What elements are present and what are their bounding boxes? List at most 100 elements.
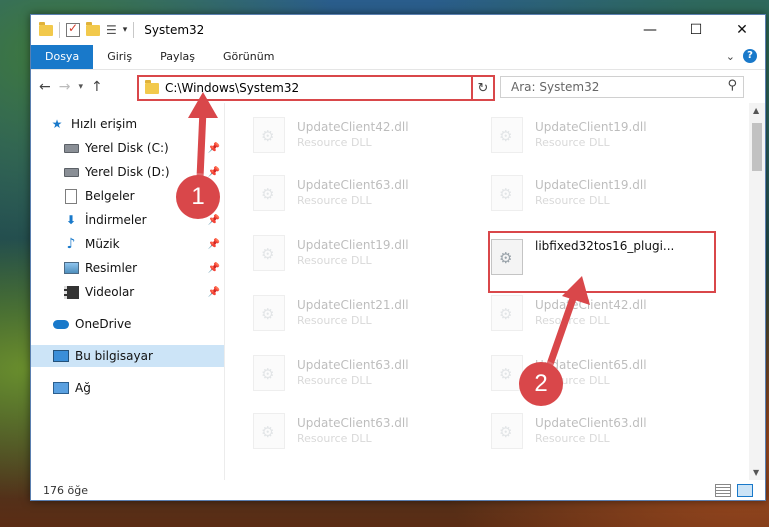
search-input[interactable]: Ara: System32 ⚲	[500, 76, 744, 98]
sidebar-item-label: Belgeler	[85, 189, 135, 203]
scrollbar-thumb[interactable]	[752, 123, 762, 171]
list-item[interactable]: UpdateClient21.dll Resource DLL	[253, 293, 409, 333]
title-bar: ☰ ▾ System32 — ☐ ✕	[31, 15, 765, 45]
file-description: Resource DLL	[297, 314, 372, 327]
file-name: UpdateClient63.dll	[535, 416, 647, 430]
file-name: UpdateClient42.dll	[535, 298, 647, 312]
list-item[interactable]: UpdateClient63.dll Resource DLL	[491, 411, 647, 451]
list-item[interactable]: UpdateClient63.dll Resource DLL	[253, 173, 409, 213]
chevron-down-icon[interactable]: ▾	[123, 25, 128, 35]
dll-file-icon	[253, 355, 285, 391]
file-name: UpdateClient63.dll	[297, 358, 409, 372]
tiles-view-icon[interactable]	[737, 484, 753, 497]
list-item[interactable]: UpdateClient65.dllResource DLL	[491, 353, 647, 393]
customize-list-icon[interactable]: ☰	[106, 23, 117, 37]
scroll-up-icon[interactable]: ▲	[753, 106, 759, 115]
minimize-button[interactable]: —	[627, 15, 673, 45]
sidebar-item-label: Resimler	[85, 261, 138, 275]
address-bar[interactable]: C:\Windows\System32 ⌄	[137, 75, 493, 101]
vertical-scrollbar[interactable]: ▲ ▼	[749, 103, 765, 480]
address-row: ← → ▾ ↑ C:\Windows\System32 ⌄ ↻ Ara: Sys…	[31, 69, 765, 104]
list-item[interactable]: UpdateClient19.dll Resource DLL	[253, 233, 409, 273]
tab-share[interactable]: Paylaş	[146, 45, 209, 69]
up-arrow-icon[interactable]: ↑	[91, 79, 103, 95]
file-description: Resource DLL	[297, 194, 372, 207]
file-description: Resource DLL	[535, 314, 610, 327]
step-badge-2: 2	[519, 362, 563, 406]
dll-file-icon	[253, 295, 285, 331]
dll-file-icon	[491, 117, 523, 153]
file-name: UpdateClient42.dll	[297, 120, 409, 134]
search-icon[interactable]: ⚲	[727, 78, 737, 93]
dll-file-icon	[491, 413, 523, 449]
scroll-down-icon[interactable]: ▼	[753, 468, 759, 477]
list-item[interactable]: UpdateClient19.dll Resource DLL	[491, 115, 647, 155]
folder-icon[interactable]	[39, 21, 53, 36]
downloads-icon: ⬇	[65, 213, 77, 227]
file-name: UpdateClient63.dll	[297, 178, 409, 192]
ribbon-right: ⌄ ?	[726, 49, 757, 63]
details-view-icon[interactable]	[715, 484, 731, 497]
tab-view[interactable]: Görünüm	[209, 45, 288, 69]
sidebar-item-network[interactable]: Ağ	[31, 377, 224, 399]
documents-icon	[63, 188, 79, 204]
sidebar-item-videos[interactable]: Videolar 📌	[31, 281, 224, 303]
maximize-button[interactable]: ☐	[673, 15, 719, 45]
pin-icon[interactable]: 📌	[208, 263, 220, 274]
pin-icon[interactable]: 📌	[208, 239, 220, 250]
pin-icon[interactable]: 📌	[208, 167, 220, 178]
file-explorer-window: ☰ ▾ System32 — ☐ ✕ Dosya Giriş Paylaş Gö…	[30, 14, 766, 501]
file-name: UpdateClient19.dll	[535, 120, 647, 134]
expand-ribbon-icon[interactable]: ⌄	[726, 50, 735, 63]
file-description: Resource DLL	[297, 254, 372, 267]
quick-access-toolbar: ☰ ▾	[39, 21, 135, 38]
search-placeholder: Ara: System32	[511, 80, 600, 94]
music-icon: ♪	[66, 236, 76, 252]
sidebar-item-label: Bu bilgisayar	[75, 349, 153, 363]
sidebar-item-label: Yerel Disk (D:)	[85, 165, 170, 179]
sidebar-item-pictures[interactable]: Resimler 📌	[31, 257, 224, 279]
sidebar-item-onedrive[interactable]: OneDrive	[31, 313, 224, 335]
list-item[interactable]: UpdateClient19.dll Resource DLL	[491, 173, 647, 213]
recent-locations-icon[interactable]: ▾	[78, 82, 83, 92]
navigation-buttons: ← → ▾ ↑	[39, 79, 103, 95]
list-item[interactable]: UpdateClient42.dll Resource DLL	[253, 115, 409, 155]
sidebar-item-this-pc[interactable]: Bu bilgisayar	[31, 345, 224, 367]
back-arrow-icon[interactable]: ←	[39, 79, 51, 95]
step-badge-1: 1	[176, 175, 220, 219]
file-name: UpdateClient63.dll	[297, 416, 409, 430]
window-controls: — ☐ ✕	[627, 15, 765, 45]
file-highlight-box	[488, 231, 716, 293]
navigation-pane: ★ Hızlı erişim Yerel Disk (C:) 📌 Yerel D…	[31, 103, 225, 480]
pin-icon[interactable]: 📌	[208, 287, 220, 298]
pin-icon[interactable]: 📌	[208, 143, 220, 154]
toolbar-separator	[133, 22, 135, 38]
address-path: C:\Windows\System32	[165, 81, 300, 95]
sidebar-item-local-disk-c[interactable]: Yerel Disk (C:) 📌	[31, 137, 224, 159]
forward-arrow-icon[interactable]: →	[59, 79, 71, 95]
close-button[interactable]: ✕	[719, 15, 765, 45]
properties-check-icon[interactable]	[66, 21, 80, 37]
sidebar-item-quick-access[interactable]: ★ Hızlı erişim	[31, 113, 224, 135]
refresh-icon: ↻	[477, 80, 489, 96]
tab-file[interactable]: Dosya	[31, 45, 94, 69]
help-icon[interactable]: ?	[743, 49, 757, 63]
drive-icon	[63, 165, 79, 179]
sidebar-item-label: Ağ	[75, 381, 91, 395]
list-item[interactable]: UpdateClient63.dll Resource DLL	[253, 353, 409, 393]
status-bar: 176 öğe	[31, 480, 765, 500]
sidebar-item-music[interactable]: ♪ Müzik 📌	[31, 233, 224, 255]
view-toggle	[715, 484, 753, 497]
list-item[interactable]: UpdateClient42.dll Resource DLL	[491, 293, 647, 333]
window-title: System32	[144, 23, 205, 37]
sidebar-item-label: Videolar	[85, 285, 135, 299]
new-folder-icon[interactable]	[86, 21, 100, 36]
list-item[interactable]: UpdateClient63.dll Resource DLL	[253, 411, 409, 451]
file-description: Resource DLL	[535, 194, 610, 207]
tab-home[interactable]: Giriş	[93, 45, 146, 69]
pin-icon[interactable]: 📌	[208, 215, 220, 226]
sidebar-item-label: Müzik	[85, 237, 120, 251]
refresh-button[interactable]: ↻	[471, 75, 495, 101]
file-name: UpdateClient21.dll	[297, 298, 409, 312]
sidebar-item-label: Hızlı erişim	[71, 117, 138, 131]
